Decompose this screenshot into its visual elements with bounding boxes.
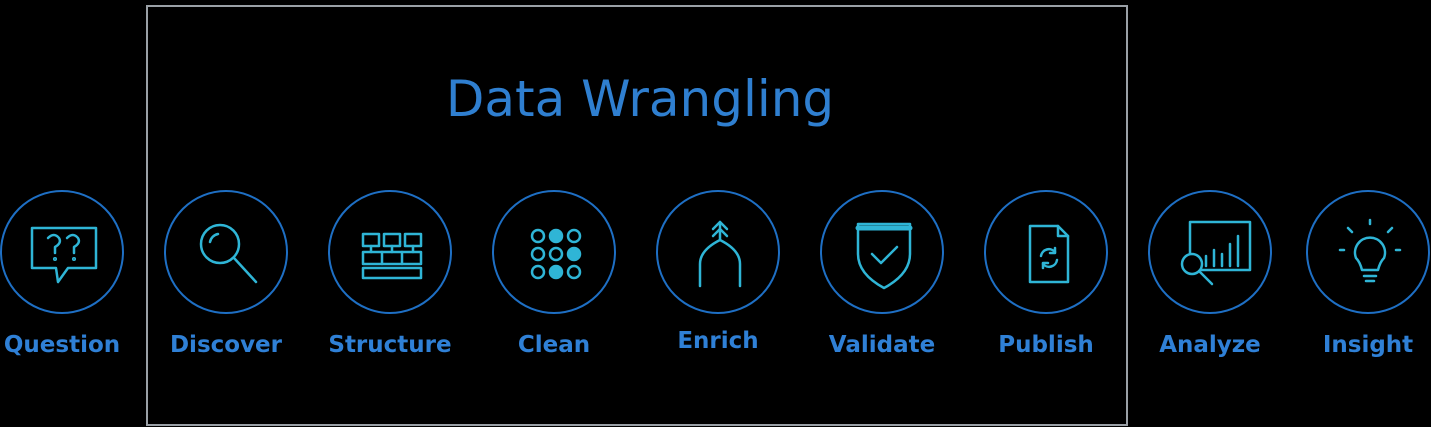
step-circle [820, 190, 944, 314]
step-label: Question [3, 332, 121, 358]
step-label: Clean [517, 332, 591, 358]
diagram-title: Data Wrangling [445, 70, 835, 128]
step-circle [164, 190, 288, 314]
step-label: Discover [169, 332, 283, 358]
data-wrangling-frame [146, 5, 1128, 426]
document-refresh-icon [1028, 224, 1070, 284]
step-label: Enrich [677, 328, 759, 354]
step-circle [984, 190, 1108, 314]
structure-blocks-icon [361, 232, 423, 280]
step-circle [328, 190, 452, 314]
step-label: Validate [828, 332, 936, 358]
dot-grid-icon [530, 228, 582, 280]
speech-bubble-question-icon [30, 226, 98, 284]
magnifier-icon [199, 223, 258, 284]
shield-check-icon [855, 222, 913, 290]
step-label: Structure [328, 332, 452, 358]
step-label: Analyze [1159, 332, 1261, 358]
lightbulb-icon [1338, 218, 1402, 283]
step-circle [1306, 190, 1430, 314]
step-label: Publish [998, 332, 1094, 358]
step-circle [1148, 190, 1272, 314]
step-circle [492, 190, 616, 314]
step-label: Insight [1322, 332, 1414, 358]
step-circle [0, 190, 124, 314]
chart-magnifier-icon [1180, 220, 1252, 286]
arch-arrows-icon [698, 220, 742, 288]
step-circle [656, 190, 780, 314]
